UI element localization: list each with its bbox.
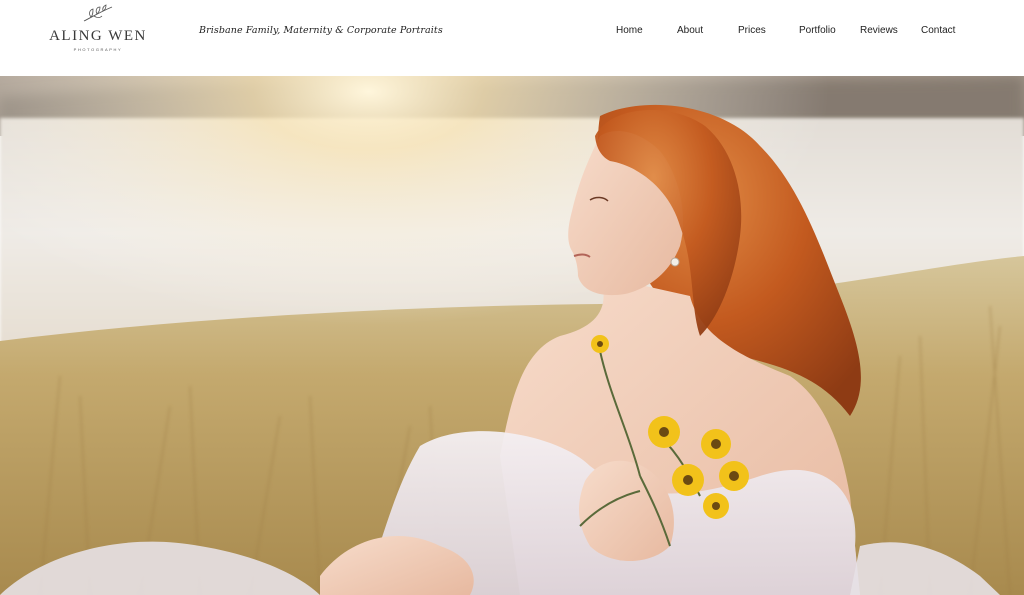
brand-subtitle: PHOTOGRAPHY <box>73 47 123 52</box>
nav-about[interactable]: About <box>677 24 703 38</box>
nav-portfolio[interactable]: Portfolio <box>799 24 836 38</box>
nav-contact[interactable]: Contact <box>921 24 955 38</box>
main-nav: Home About Prices Portfolio Reviews Cont… <box>0 24 1024 40</box>
hero-photo <box>0 76 1024 595</box>
site-header: ALING WEN PHOTOGRAPHY Brisbane Family, M… <box>0 0 1024 76</box>
sprig-icon <box>83 4 113 22</box>
hero-image <box>0 76 1024 595</box>
nav-home[interactable]: Home <box>616 24 643 38</box>
nav-prices[interactable]: Prices <box>738 24 766 38</box>
nav-reviews[interactable]: Reviews <box>860 24 898 38</box>
